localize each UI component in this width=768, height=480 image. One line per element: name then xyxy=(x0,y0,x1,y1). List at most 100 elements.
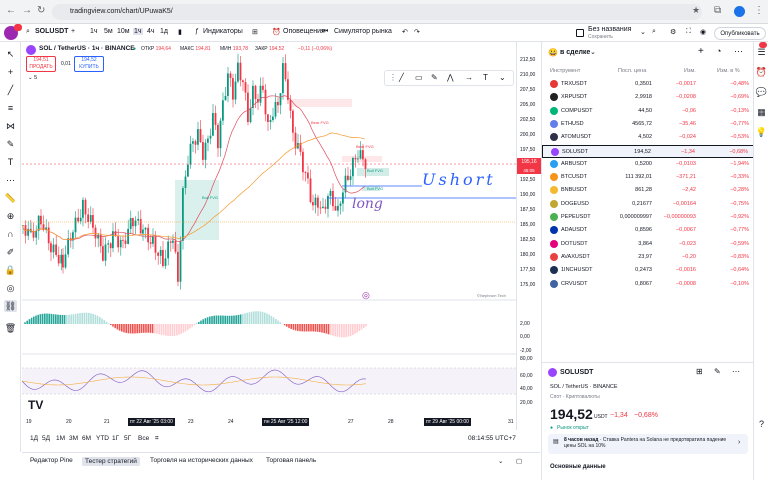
alert-icon[interactable]: ⏰ xyxy=(272,28,281,36)
templates-icon[interactable]: ⊞ xyxy=(252,28,258,36)
profile-avatar[interactable] xyxy=(734,6,745,17)
watchlist-row[interactable]: 1INCHUSDT 0,2473 −0,0016 −0,64% xyxy=(542,264,754,277)
brush-tool-icon[interactable]: ✎ xyxy=(431,73,438,82)
range-1m[interactable]: 1М xyxy=(56,435,65,442)
advanced-view-icon[interactable]: ◔ xyxy=(716,46,721,56)
chart-type-icon[interactable]: ▮ xyxy=(178,28,182,36)
undo-icon[interactable]: ↶ xyxy=(402,28,408,36)
add-symbol-icon[interactable]: + xyxy=(698,46,704,57)
help-icon[interactable]: ? xyxy=(755,418,768,430)
fib-icon[interactable]: ≡ xyxy=(4,102,17,114)
news-card[interactable]: ▤ 8 часов назад · Ставка Pantera на Sola… xyxy=(548,434,748,454)
lock-icon[interactable]: 🔒 xyxy=(4,264,17,276)
settings-icon[interactable]: ⚙ xyxy=(670,28,676,36)
clock[interactable]: 08:14:55 UTC+7 xyxy=(468,435,516,442)
drag-handle-icon[interactable]: ⋮ xyxy=(389,73,397,82)
column-last[interactable]: Посл. цена xyxy=(618,68,646,74)
stay-drawing-icon[interactable]: ✐ xyxy=(4,246,17,258)
watchlist-dropdown-icon[interactable]: ⌄ xyxy=(590,48,596,56)
chart-canvas[interactable] xyxy=(22,42,516,430)
time-axis[interactable]: 19 20 21 пт 22 Авг '25 03:00 23 24 пн 25… xyxy=(22,418,540,452)
range-1d[interactable]: 1Д xyxy=(30,435,38,442)
watchlist-row[interactable]: CRVUSDT 0,8067 −0,0008 −0,10% xyxy=(542,278,754,291)
watchlist-row[interactable]: PEPEUSDT 0,000009997 −0,00000093 −0,92% xyxy=(542,211,754,224)
alerts-rail-icon[interactable]: ⏰ xyxy=(755,66,768,78)
details-symbol[interactable]: SOLUSDT xyxy=(560,369,593,376)
fullscreen-icon[interactable]: ⛶ xyxy=(686,28,691,36)
more-tools-icon[interactable]: ⌄ xyxy=(499,73,506,82)
interval-1h[interactable]: 1ч xyxy=(90,28,98,35)
watchlist-title[interactable]: в сделке xyxy=(560,49,590,56)
alert-marker-icon[interactable]: ◎ xyxy=(362,290,370,301)
indicators-button[interactable]: Индикаторы xyxy=(203,28,243,35)
replay-button[interactable]: Симулятор рынка xyxy=(334,28,392,35)
tab-trading-panel[interactable]: Торговая панель xyxy=(266,457,316,464)
extensions-icon[interactable]: ⧉ xyxy=(714,5,721,16)
replay-icon[interactable]: ⏮ xyxy=(322,28,328,36)
back-icon[interactable]: ← xyxy=(6,5,16,16)
search-icon[interactable]: ⌕ xyxy=(26,28,30,36)
watchlist-row[interactable]: COMPUSDT 44,50 −0,06 −0,13% xyxy=(542,105,754,118)
brush-icon[interactable]: ✎ xyxy=(4,138,17,150)
path-tool-icon[interactable]: ⋀ xyxy=(447,73,454,82)
symbol-search[interactable]: SOLUSDT xyxy=(35,28,68,35)
collapse-icon[interactable]: ⌄ xyxy=(498,457,503,465)
column-symbol[interactable]: Инструмент xyxy=(550,68,580,74)
range-5d[interactable]: 5Д xyxy=(42,435,50,442)
watchlist-row[interactable]: DOTUSDT 3,864 −0,023 −0,59% xyxy=(542,238,754,251)
date-range-icon[interactable]: ⌗ xyxy=(155,435,159,443)
range-1y[interactable]: 1Г xyxy=(112,435,119,442)
column-change-pct[interactable]: Изм. в % xyxy=(717,68,740,74)
cursor-icon[interactable]: ↖ xyxy=(4,48,17,60)
layout-checkbox-icon[interactable] xyxy=(576,29,584,37)
interval-5m[interactable]: 5м xyxy=(104,28,113,35)
indicators-icon[interactable]: ƒ xyxy=(195,28,199,35)
news-chevron-icon[interactable]: › xyxy=(738,439,740,446)
watchlist-row[interactable]: ADAUSDT 0,8596 −0,0067 −0,77% xyxy=(542,224,754,237)
address-bar[interactable]: tradingview.com/chart/UPuwaK5/ xyxy=(52,4,702,20)
ruler-icon[interactable]: 📏 xyxy=(4,192,17,204)
range-6m[interactable]: 6М xyxy=(82,435,91,442)
quick-search-icon[interactable]: ⌕ xyxy=(652,28,656,36)
news-headline[interactable]: 8 часов назад · Ставка Pantera на Solana… xyxy=(564,437,734,449)
reload-icon[interactable]: ↻ xyxy=(37,5,45,16)
range-all[interactable]: Все xyxy=(138,435,149,442)
layout-dropdown-icon[interactable]: ⌄ xyxy=(640,28,646,36)
tab-bar-replay-trading[interactable]: Торговля на исторических данных xyxy=(150,457,253,464)
snapshot-icon[interactable]: ◉ xyxy=(700,28,706,36)
sell-button[interactable]: 194,51 ПРОДАТЬ xyxy=(26,56,56,72)
redo-icon[interactable]: ↷ xyxy=(414,28,420,36)
chart-pane[interactable]: SOL / TetherUS · 1ч · BINANCE ● ОТКР 194… xyxy=(22,42,516,430)
layout-save[interactable]: Сохранить xyxy=(588,34,613,40)
watchlist-row[interactable]: DOGEUSD 0,21677 −0,00164 −0,75% xyxy=(542,198,754,211)
arrow-tool-icon[interactable]: → xyxy=(465,73,473,82)
watchlist-row[interactable]: BNBUSDT 861,28 −2,42 −0,28% xyxy=(542,184,754,197)
watchlist-row[interactable]: TRXUSDT 0,3501 −0,0017 −0,48% xyxy=(542,78,754,91)
interval-10m[interactable]: 10м xyxy=(117,28,130,35)
chat-icon[interactable]: 💬 xyxy=(755,86,768,98)
watchlist-row[interactable]: ARBUSDT 0,5200 −0,0103 −1,94% xyxy=(542,158,754,171)
more-icon[interactable]: ⋯ xyxy=(732,367,740,376)
rect-tool-icon[interactable]: ▭ xyxy=(415,73,423,82)
publish-button[interactable]: Опубликовать xyxy=(714,27,766,40)
maximize-icon[interactable]: ▢ xyxy=(516,457,522,465)
interval-1d[interactable]: 1д xyxy=(160,28,168,35)
watchlist-row[interactable]: SOLUSDT 194,52 −1,34 −0,68% xyxy=(542,144,754,158)
watchlist-row[interactable]: ETHUSD 4565,72 −35,46 −0,77% xyxy=(542,118,754,131)
link-icon[interactable]: ⛓ xyxy=(4,300,17,312)
watchlist-row[interactable]: XRPUSDT 2,9918 −0,0208 −0,69% xyxy=(542,91,754,104)
layout-name[interactable]: Без названия xyxy=(588,26,631,33)
indicators-toggle[interactable]: ⌄ 5 xyxy=(28,75,37,81)
projection-icon[interactable]: ⋯ xyxy=(4,174,17,186)
buy-button[interactable]: 194,52 КУПИТЬ xyxy=(74,56,104,72)
pattern-icon[interactable]: ⋈ xyxy=(4,120,17,132)
watchlist-row[interactable]: ATOMUSDT 4,502 −0,024 −0,53% xyxy=(542,131,754,144)
alerts-button[interactable]: Оповещения xyxy=(283,28,325,35)
watchlist-row[interactable]: BTCUSDT 111 392,01 −371,21 −0,33% xyxy=(542,171,754,184)
menu-icon[interactable]: ⋮ xyxy=(754,5,764,16)
text-tool-icon[interactable]: T xyxy=(483,73,488,82)
calendar-icon[interactable]: ▦ xyxy=(755,106,768,118)
interval-4h[interactable]: 4ч xyxy=(147,28,155,35)
edit-icon[interactable]: ✎ xyxy=(714,367,721,376)
star-icon[interactable]: ★ xyxy=(692,5,700,16)
